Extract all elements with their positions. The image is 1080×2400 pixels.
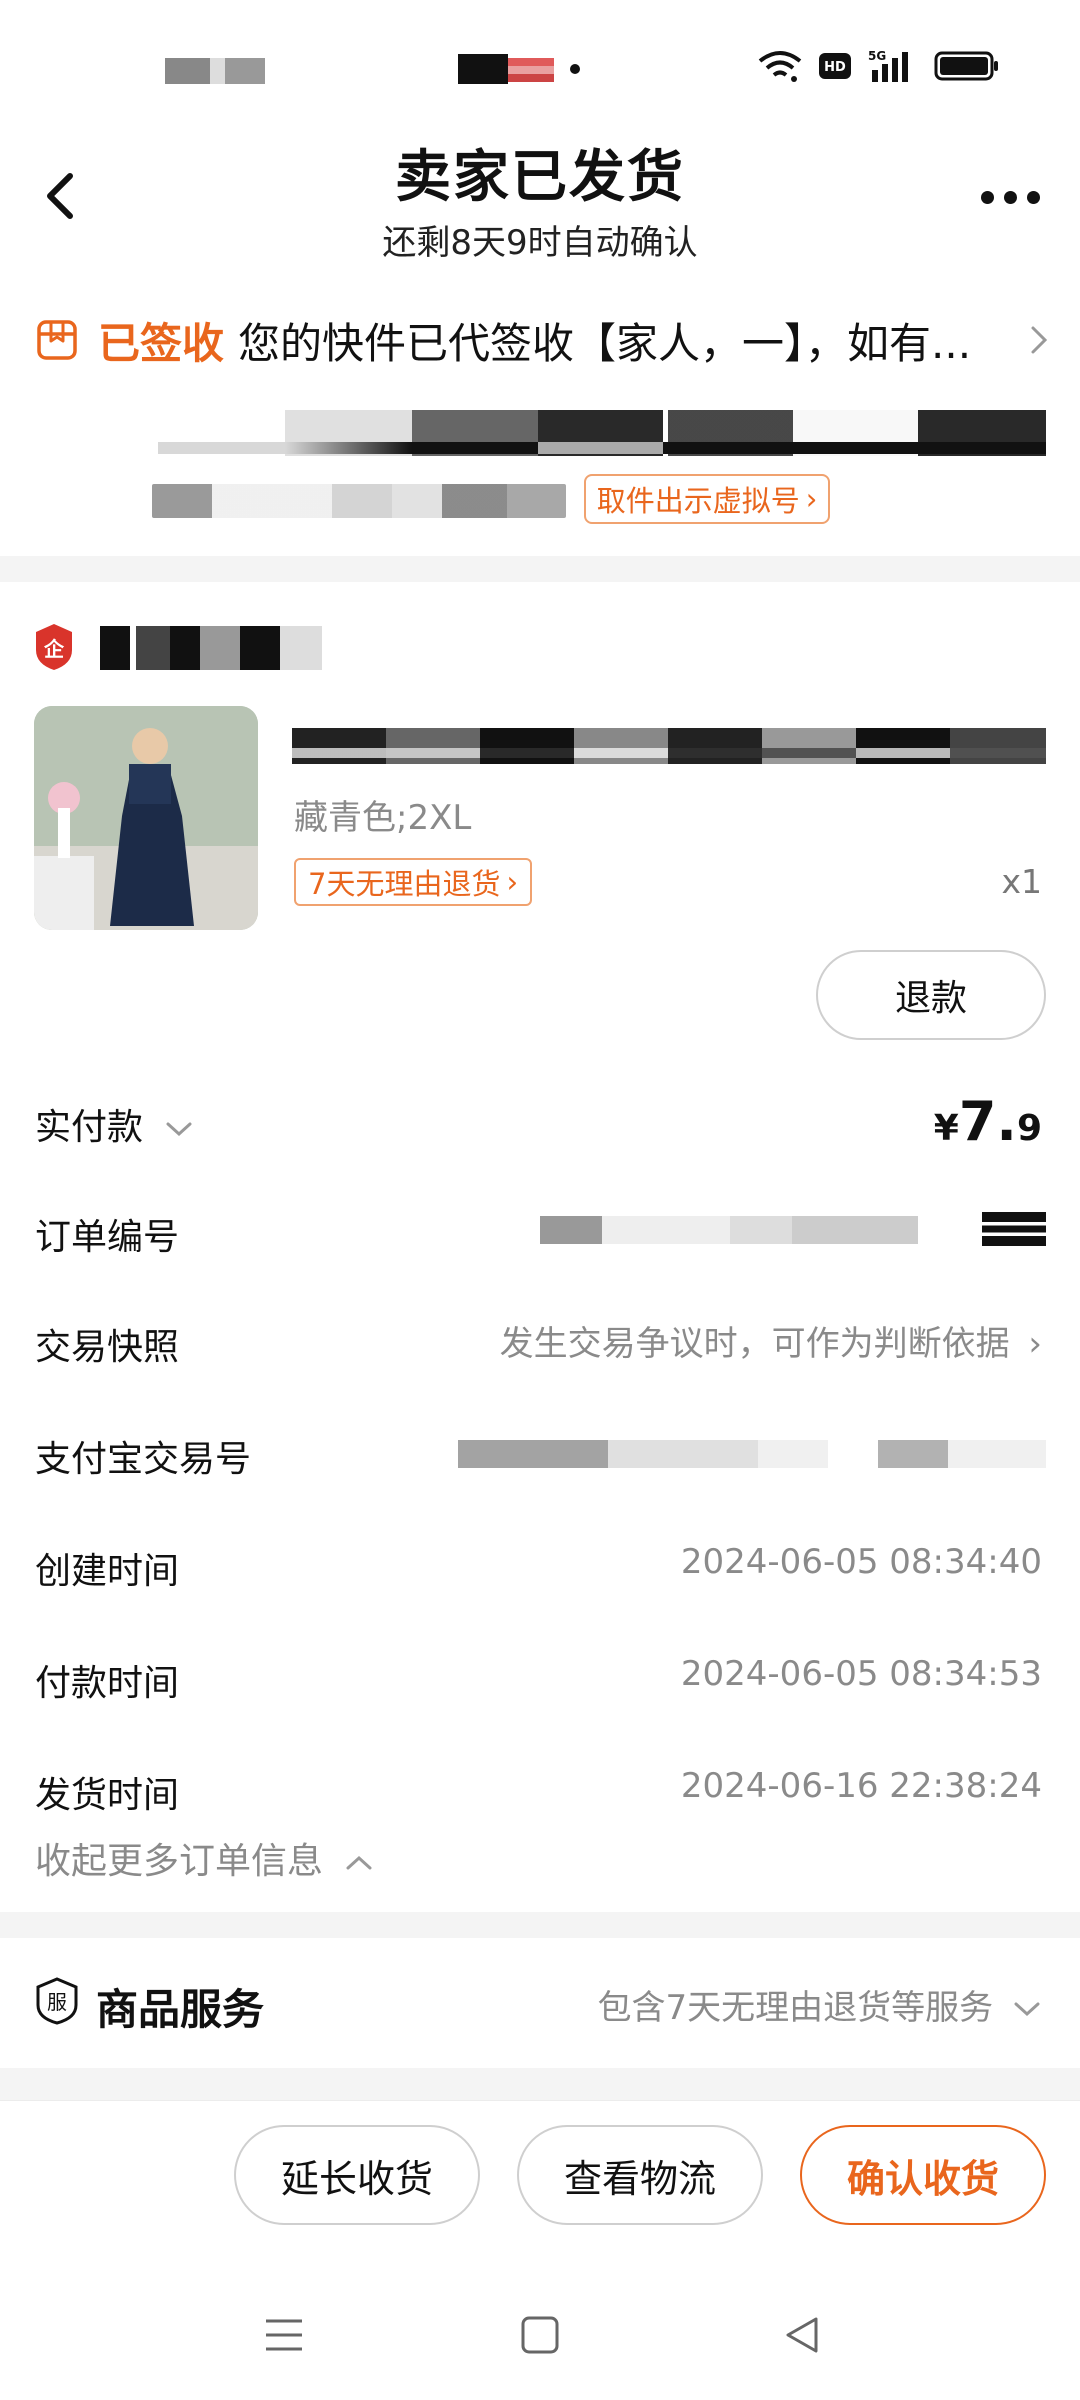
confirm-receipt-button[interactable]: 确认收货 <box>800 2125 1046 2225</box>
paid-amount-value: ¥7.9 <box>934 1090 1042 1153</box>
product-image[interactable] <box>34 706 258 930</box>
chevron-right-icon: › <box>805 482 818 516</box>
redacted-product-title <box>292 728 1046 764</box>
service-title: 商品服务 <box>96 1985 265 2034</box>
dress-photo-icon <box>34 706 258 930</box>
collapse-order-info-button[interactable]: 收起更多订单信息 <box>35 1832 374 1884</box>
delivery-status-row[interactable]: 已签收 您的快件已代签收【家人，一】，如有... <box>0 300 1080 380</box>
status-icons: HD 5G <box>758 48 1000 84</box>
service-shield-icon: 服 <box>36 1977 78 2025</box>
redacted-order-number-2 <box>982 1212 1046 1246</box>
price-currency: ¥ <box>933 1108 959 1149</box>
redacted-order-number <box>540 1216 918 1244</box>
svg-text:服: 服 <box>47 1990 67 2014</box>
notification-dot <box>570 64 580 74</box>
package-icon <box>37 320 77 360</box>
product-quantity: x1 <box>1001 862 1042 901</box>
redacted-alipay-number <box>458 1440 1046 1468</box>
paid-amount-row[interactable]: 实付款 <box>35 1098 194 1150</box>
nav-back-button[interactable] <box>772 2310 832 2360</box>
chevron-down-icon <box>1014 2002 1040 2017</box>
order-number-label: 订单编号 <box>35 1217 180 1258</box>
delivery-message: 您的快件已代签收【家人，一】，如有... <box>238 318 972 368</box>
signal-5g-icon: 5G <box>868 49 908 82</box>
chevron-down-icon <box>166 1122 192 1137</box>
chevron-right-icon <box>1031 326 1048 354</box>
service-summary-value: 包含7天无理由退货等服务 <box>597 1988 994 2028</box>
more-dot-icon <box>980 190 994 204</box>
chevron-right-icon: › <box>1028 1324 1042 1364</box>
redacted-carrier <box>165 58 265 84</box>
created-time-value: 2024-06-05 08:34:40 <box>680 1542 1042 1582</box>
section-divider <box>0 1912 1080 1938</box>
redacted-status <box>458 54 508 84</box>
virtual-number-label: 取件出示虚拟号 <box>596 484 800 518</box>
battery-icon <box>934 51 998 81</box>
created-time-label: 创建时间 <box>35 1551 180 1592</box>
chevron-right-icon: › <box>506 865 519 899</box>
hd-icon: HD <box>819 53 851 79</box>
extend-receipt-button[interactable]: 延长收货 <box>234 2125 480 2225</box>
shipped-time-value: 2024-06-16 22:38:24 <box>680 1766 1042 1806</box>
chevron-up-icon <box>346 1855 372 1870</box>
home-square-icon <box>521 2316 559 2354</box>
paid-time-label: 付款时间 <box>35 1663 180 1704</box>
nav-home-button[interactable] <box>510 2310 570 2360</box>
paid-amount-label: 实付款 <box>35 1107 144 1148</box>
svg-text:企: 企 <box>43 637 65 661</box>
service-summary-button[interactable]: 包含7天无理由退货等服务 <box>598 1980 1042 2029</box>
seven-day-return-label: 7天无理由退货 <box>308 867 501 901</box>
svg-text:HD: HD <box>824 60 846 75</box>
shipped-time-label: 发货时间 <box>35 1775 180 1816</box>
redacted-status-2 <box>508 58 554 82</box>
redacted-address-2 <box>158 442 1046 454</box>
snapshot-row[interactable]: 发生交易争议时，可作为判断依据 › <box>500 1316 1042 1365</box>
nav-menu-button[interactable] <box>254 2310 314 2360</box>
redacted-contact <box>152 484 566 518</box>
refund-button[interactable]: 退款 <box>816 950 1046 1040</box>
view-logistics-button[interactable]: 查看物流 <box>517 2125 763 2225</box>
auto-confirm-countdown: 还剩8天9时自动确认 <box>382 223 698 263</box>
redacted-store-name <box>100 626 322 670</box>
snapshot-value: 发生交易争议时，可作为判断依据 <box>499 1324 1010 1364</box>
menu-icon <box>266 2319 302 2351</box>
virtual-number-button[interactable]: 取件出示虚拟号 › <box>584 474 830 524</box>
back-triangle-icon <box>786 2317 818 2353</box>
price-decimal: 9 <box>1016 1108 1042 1149</box>
svg-text:5G: 5G <box>868 49 886 63</box>
store-badge-icon: 企 <box>36 624 72 670</box>
section-divider <box>0 2068 1080 2100</box>
paid-time-value: 2024-06-05 08:34:53 <box>680 1654 1042 1694</box>
delivery-status-label: 已签收 <box>98 318 225 368</box>
seven-day-return-badge[interactable]: 7天无理由退货 › <box>294 858 533 906</box>
more-dot-icon <box>1026 190 1040 204</box>
section-divider <box>0 556 1080 582</box>
more-dot-icon <box>1003 190 1017 204</box>
wifi-icon <box>758 51 802 82</box>
snapshot-label: 交易快照 <box>35 1327 180 1368</box>
alipay-trade-label: 支付宝交易号 <box>35 1439 252 1480</box>
price-integer: 7. <box>958 1090 1017 1153</box>
product-sku: 藏青色;2XL <box>294 798 472 838</box>
redacted-product-title-2 <box>292 748 1046 758</box>
status-bar: HD 5G <box>0 0 1080 130</box>
more-options-button[interactable] <box>970 172 1050 222</box>
page-title: 卖家已发货 <box>395 145 685 210</box>
collapse-order-info-label: 收起更多订单信息 <box>35 1841 324 1882</box>
